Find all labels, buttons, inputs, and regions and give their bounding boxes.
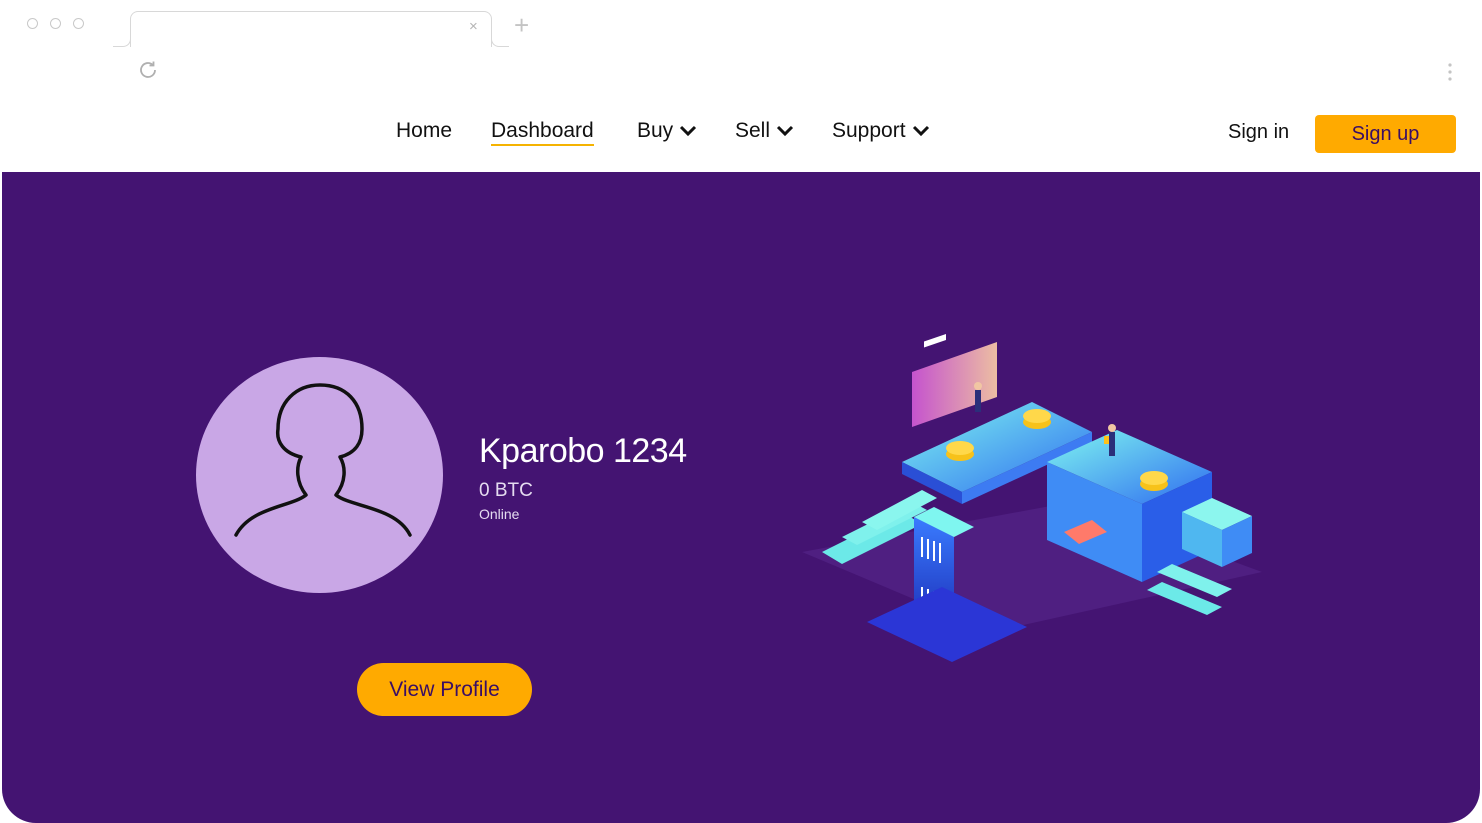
reload-icon[interactable]: [136, 58, 160, 82]
browser-tab[interactable]: [130, 11, 492, 47]
nav-buy[interactable]: Buy: [637, 119, 697, 143]
nav-sell-label: Sell: [735, 119, 771, 142]
isometric-crypto-illustration: [802, 333, 1262, 662]
user-silhouette-icon: [234, 383, 412, 537]
maximize-window-dot[interactable]: [73, 18, 84, 29]
kebab-menu-icon[interactable]: [1447, 61, 1453, 83]
nav-dashboard-label: Dashboard: [491, 119, 594, 142]
new-tab-icon[interactable]: +: [514, 10, 529, 40]
tab-close-icon[interactable]: ×: [469, 17, 478, 37]
sign-in-link[interactable]: Sign in: [1228, 121, 1289, 144]
nav-dashboard[interactable]: Dashboard: [491, 119, 594, 146]
nav-sell[interactable]: Sell: [735, 119, 794, 143]
nav-buy-label: Buy: [637, 119, 674, 142]
tab-edge-left: [113, 30, 131, 47]
nav-home-label: Home: [396, 119, 453, 142]
view-profile-button[interactable]: View Profile: [357, 663, 532, 716]
site-nav: Home Dashboard Buy Sell Support Sign in …: [0, 95, 1482, 175]
profile-balance: 0 BTC: [479, 480, 533, 501]
close-window-dot[interactable]: [27, 18, 38, 29]
nav-support[interactable]: Support: [832, 119, 930, 143]
chevron-down-icon: [776, 125, 794, 137]
browser-chrome: × +: [0, 0, 1482, 95]
profile-username: Kparobo 1234: [479, 432, 687, 470]
minimize-window-dot[interactable]: [50, 18, 61, 29]
chevron-down-icon: [912, 125, 929, 137]
window-controls: [27, 18, 84, 29]
nav-home[interactable]: Home: [396, 119, 452, 143]
profile-status: Online: [479, 506, 520, 522]
dashboard-hero: Kparobo 1234 0 BTC Online View Profile: [2, 172, 1480, 823]
tab-edge-right: [491, 30, 509, 47]
sign-up-button[interactable]: Sign up: [1315, 115, 1456, 153]
nav-support-label: Support: [832, 119, 906, 142]
avatar: [196, 357, 443, 593]
chevron-down-icon: [680, 125, 697, 137]
